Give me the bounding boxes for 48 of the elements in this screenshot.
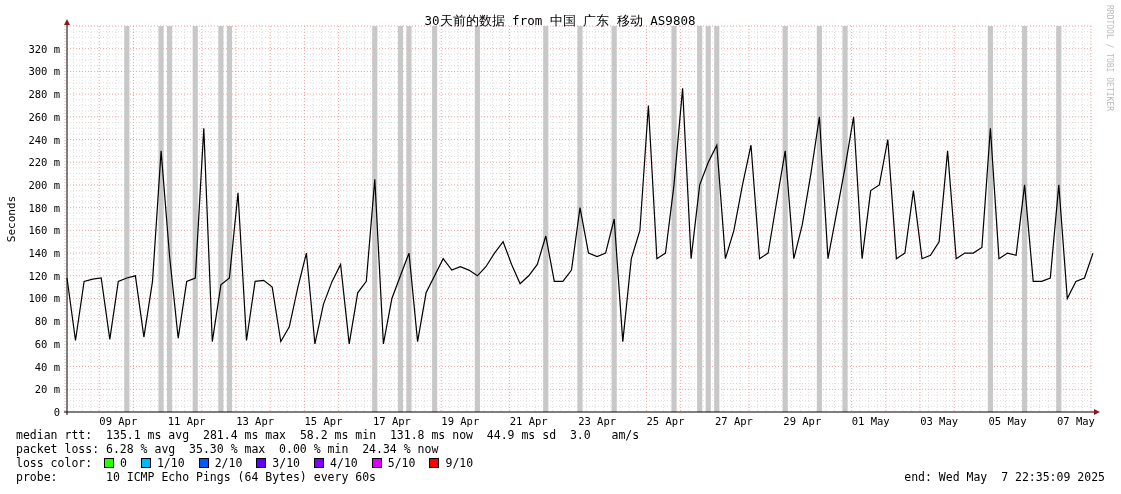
x-tick-label: 03 May: [920, 415, 959, 427]
y-tick-label: 280 m: [28, 88, 60, 101]
x-tick-label: 15 Apr: [304, 415, 343, 427]
y-tick-label: 140 m: [28, 247, 60, 260]
loss-color-value: 2/10: [214, 456, 243, 470]
loss-color-value: 5/10: [387, 456, 416, 470]
x-tick-label: 13 Apr: [236, 415, 275, 427]
y-tick-label: 320 m: [28, 42, 60, 55]
y-tick-label: 80 m: [34, 315, 60, 328]
x-tick-label: 01 May: [851, 415, 890, 427]
x-tick-label: 05 May: [988, 415, 1027, 427]
end-time: end: Wed May 7 22:35:09 2025: [904, 470, 1105, 484]
y-tick-label: 100 m: [28, 292, 60, 305]
series-name: median rtt:: [16, 428, 93, 442]
x-tick-label: 17 Apr: [372, 415, 411, 427]
x-tick-label: 09 Apr: [99, 415, 138, 427]
y-tick-label: 300 m: [28, 65, 60, 78]
x-tick-label: 21 Apr: [509, 415, 548, 427]
y-tick-label: 40 m: [34, 360, 60, 373]
loss-color-value: 1/10: [156, 456, 185, 470]
y-tick-label: 260 m: [28, 110, 60, 123]
x-tick-label: 19 Apr: [441, 415, 480, 427]
loss-color-value: 3/10: [272, 456, 301, 470]
y-tick-label: 20 m: [34, 383, 60, 396]
loss-color-label: loss color:: [16, 456, 94, 470]
y-tick-label: 0: [53, 406, 60, 418]
credit-text: RRDTOOL / TOBI OETIKER: [1105, 5, 1114, 111]
probe-text: probe: 10 ICMP Echo Pings (64 Bytes) every 60s: [16, 470, 377, 484]
x-tick-label: 27 Apr: [714, 415, 753, 427]
y-tick-label: 160 m: [28, 224, 60, 237]
y-tick-label: 180 m: [28, 201, 60, 214]
x-tick-label: 25 Apr: [646, 415, 685, 427]
x-tick-label: 29 Apr: [783, 415, 822, 427]
packet-loss-stats: packet loss: 6.28 % avg 35.30 % max 0.00 % min 24.34 % now: [16, 442, 439, 456]
median-rtt-stats: 135.1 ms avg 281.4 ms max 58.2 ms min 131.8 ms now 44.9 ms sd 3.0 am/s: [106, 428, 640, 442]
y-tick-label: 220 m: [28, 156, 60, 169]
y-tick-label: 120 m: [28, 269, 60, 282]
loss-color-value: 0: [120, 456, 127, 470]
y-tick-label: 240 m: [28, 133, 60, 146]
chart-title: 30天前的数据 from 中国 广东 移动 AS9808: [424, 13, 696, 28]
y-axis-title: Seconds: [5, 195, 18, 243]
y-tick-label: 200 m: [28, 178, 60, 191]
loss-color-value: 9/10: [445, 456, 474, 470]
x-tick-label: 07 May: [1056, 415, 1095, 427]
loss-color-value: 4/10: [330, 456, 358, 470]
x-tick-label: 23 Apr: [578, 415, 617, 427]
x-tick-label: 11 Apr: [167, 415, 206, 427]
y-tick-label: 60 m: [34, 337, 60, 350]
